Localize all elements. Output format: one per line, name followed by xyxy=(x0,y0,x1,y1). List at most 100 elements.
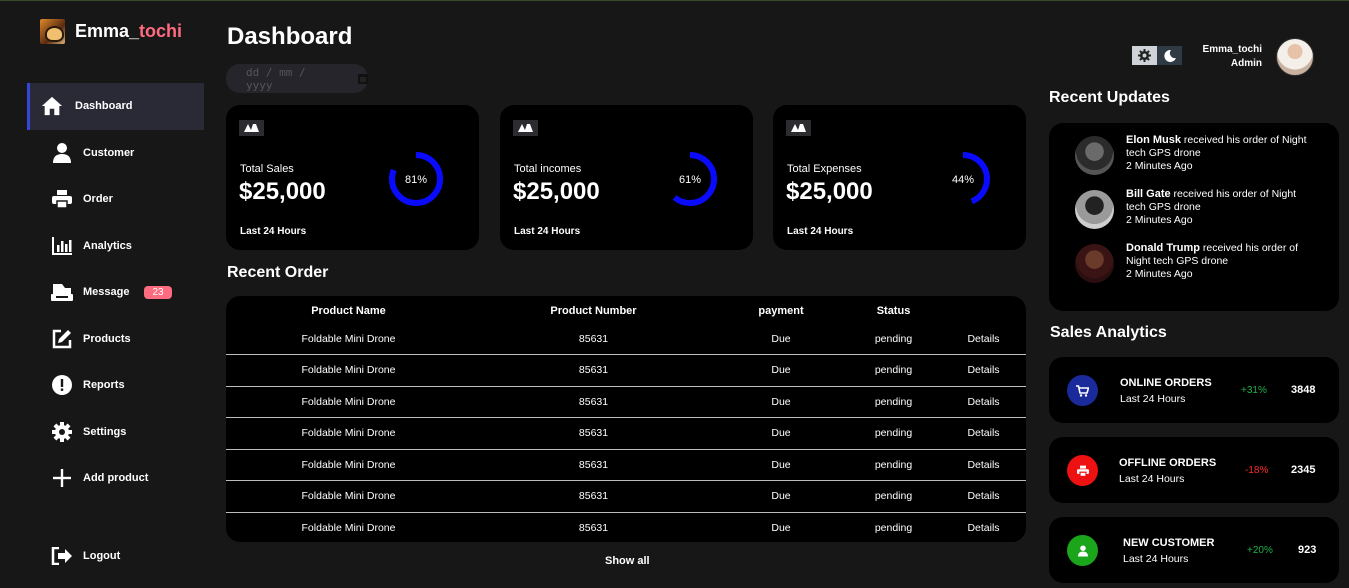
sidebar-item-customer[interactable]: Customer xyxy=(27,130,204,177)
update-time: 2 Minutes Ago xyxy=(1126,268,1193,280)
cell-product-name: Foldable Mini Drone xyxy=(226,354,471,387)
sidebar-item-message[interactable]: Message 23 xyxy=(27,269,204,316)
sidebar-item-products[interactable]: Products xyxy=(27,316,204,363)
theme-toggle[interactable] xyxy=(1132,46,1182,65)
sidebar-item-label: Analytics xyxy=(83,239,132,252)
cell-product-number: 85631 xyxy=(471,480,716,513)
details-link[interactable]: Details xyxy=(941,386,1026,418)
cell-status: pending xyxy=(846,417,941,450)
logout-label: Logout xyxy=(83,550,121,562)
cell-status: pending xyxy=(846,386,941,418)
recent-order-table: Product Name Product Number payment Stat… xyxy=(226,296,1026,542)
card-percent: 81% xyxy=(404,174,428,186)
sidebar-item-label: Dashboard xyxy=(75,100,133,113)
date-input[interactable]: dd / mm / yyyy xyxy=(226,64,368,93)
stat-subtitle: Last 24 Hours xyxy=(1120,393,1186,405)
sidebar-item-analytics[interactable]: Analytics xyxy=(27,223,204,270)
cell-product-number: 85631 xyxy=(471,449,716,481)
cell-product-number: 85631 xyxy=(471,323,716,355)
cell-status: pending xyxy=(846,323,941,355)
stat-change: +31% xyxy=(1241,385,1267,396)
details-link[interactable]: Details xyxy=(941,480,1026,513)
card-percent: 44% xyxy=(951,174,975,186)
cell-status: pending xyxy=(846,480,941,513)
details-link[interactable]: Details xyxy=(941,354,1026,387)
card-percent: 61% xyxy=(678,174,702,186)
cell-payment: Due xyxy=(716,417,846,450)
card-label: Total Sales xyxy=(240,163,294,175)
details-link[interactable]: Details xyxy=(941,417,1026,450)
cell-status: pending xyxy=(846,354,941,387)
cell-status: pending xyxy=(846,449,941,481)
details-link[interactable]: Details xyxy=(941,323,1026,355)
moon-icon[interactable] xyxy=(1157,46,1182,65)
recent-updates-panel: Elon Musk received his order of Night te… xyxy=(1049,123,1339,311)
cell-payment: Due xyxy=(716,323,846,355)
brand-name-accent: tochi xyxy=(139,21,183,41)
column-header-product-number: Product Number xyxy=(550,304,637,317)
user-name: Emma_tochi xyxy=(1202,44,1262,55)
column-header-status: Status xyxy=(876,304,911,317)
stat-value: 2345 xyxy=(1291,464,1316,476)
logout-button[interactable]: Logout xyxy=(51,545,120,567)
update-text: Elon Musk received his order of Night te… xyxy=(1126,134,1316,175)
card-footer: Last 24 Hours xyxy=(240,226,307,237)
cell-product-name: Foldable Mini Drone xyxy=(226,480,471,513)
logout-icon xyxy=(51,545,73,567)
brand: Emma_tochi xyxy=(40,19,182,44)
printer-icon xyxy=(51,188,73,210)
sidebar-item-label: Settings xyxy=(83,425,127,438)
user-info: Emma_tochi Admin xyxy=(1190,43,1262,71)
recent-updates-title: Recent Updates xyxy=(1049,89,1170,106)
sidebar-item-label: Message xyxy=(83,286,130,299)
sidebar-item-settings[interactable]: Settings xyxy=(27,409,204,456)
table-row: Foldable Mini Drone 85631 Due pending Detail… xyxy=(226,323,1026,355)
cell-status: pending xyxy=(874,522,913,534)
update-name: Bill Gate xyxy=(1126,188,1171,200)
calendar-icon[interactable] xyxy=(358,73,368,84)
brand-name: Emma_tochi xyxy=(75,21,182,42)
cell-product-name: Foldable Mini Drone xyxy=(226,417,471,450)
update-item: Donald Trump received his order of Night… xyxy=(1075,242,1316,283)
table-row: Foldable Mini Drone 85631 Due pending Detail… xyxy=(226,449,1026,481)
show-all-link[interactable]: Show all xyxy=(605,555,650,567)
stat-title: ONLINE ORDERS xyxy=(1120,377,1212,389)
avatar[interactable] xyxy=(1276,38,1314,76)
column-header-payment: payment xyxy=(758,304,804,317)
sales-analytics-title: Sales Analytics xyxy=(1050,324,1167,341)
person-icon xyxy=(1067,535,1098,566)
sun-icon[interactable] xyxy=(1132,46,1157,65)
stat-subtitle: Last 24 Hours xyxy=(1123,553,1189,565)
stat-new-customer: NEW CUSTOMER Last 24 Hours +20% 923 xyxy=(1049,517,1339,583)
sidebar-item-order[interactable]: Order xyxy=(27,176,204,223)
cell-product-number: 85631 xyxy=(471,417,716,450)
person-icon xyxy=(51,142,73,164)
cell-payment: Due xyxy=(716,480,846,513)
table-row: Foldable Mini Drone 85631 Due pending Detail… xyxy=(226,354,1026,387)
table-row: Foldable Mini Drone 85631 Due pending Detail… xyxy=(226,386,1026,418)
cell-product-number: 85631 xyxy=(471,354,716,387)
kpi-card-total-expenses: Total Expenses $25,000 44% Last 24 Hours xyxy=(773,105,1026,250)
sidebar-item-label: Customer xyxy=(83,146,135,159)
card-label: Total Expenses xyxy=(787,163,862,175)
details-link[interactable]: Details xyxy=(941,512,1026,542)
cell-product-name: Foldable Mini Drone xyxy=(226,449,471,481)
user-role: Admin xyxy=(1230,58,1262,69)
details-link[interactable]: Details xyxy=(941,449,1026,481)
sidebar-item-label: Order xyxy=(83,193,113,206)
card-footer: Last 24 Hours xyxy=(514,226,581,237)
sidebar-item-add-product[interactable]: Add product xyxy=(27,455,204,502)
card-amount: $25,000 xyxy=(786,178,873,205)
cell-product-name: Foldable Mini Drone xyxy=(301,522,396,534)
card-amount: $25,000 xyxy=(513,178,600,205)
edit-icon xyxy=(51,328,73,350)
column-header-product-name: Product Name xyxy=(311,304,386,317)
message-count-badge: 23 xyxy=(144,285,172,299)
table-row: Foldable Mini Drone 85631 Due pending Detail… xyxy=(226,480,1026,513)
sidebar-item-reports[interactable]: Reports xyxy=(27,362,204,409)
kpi-card-total-incomes: Total incomes $25,000 61% Last 24 Hours xyxy=(500,105,753,250)
update-time: 2 Minutes Ago xyxy=(1126,214,1193,226)
sidebar-item-label: Add product xyxy=(83,472,149,485)
sidebar-item-dashboard[interactable]: Dashboard xyxy=(27,83,204,130)
card-footer: Last 24 Hours xyxy=(787,226,854,237)
